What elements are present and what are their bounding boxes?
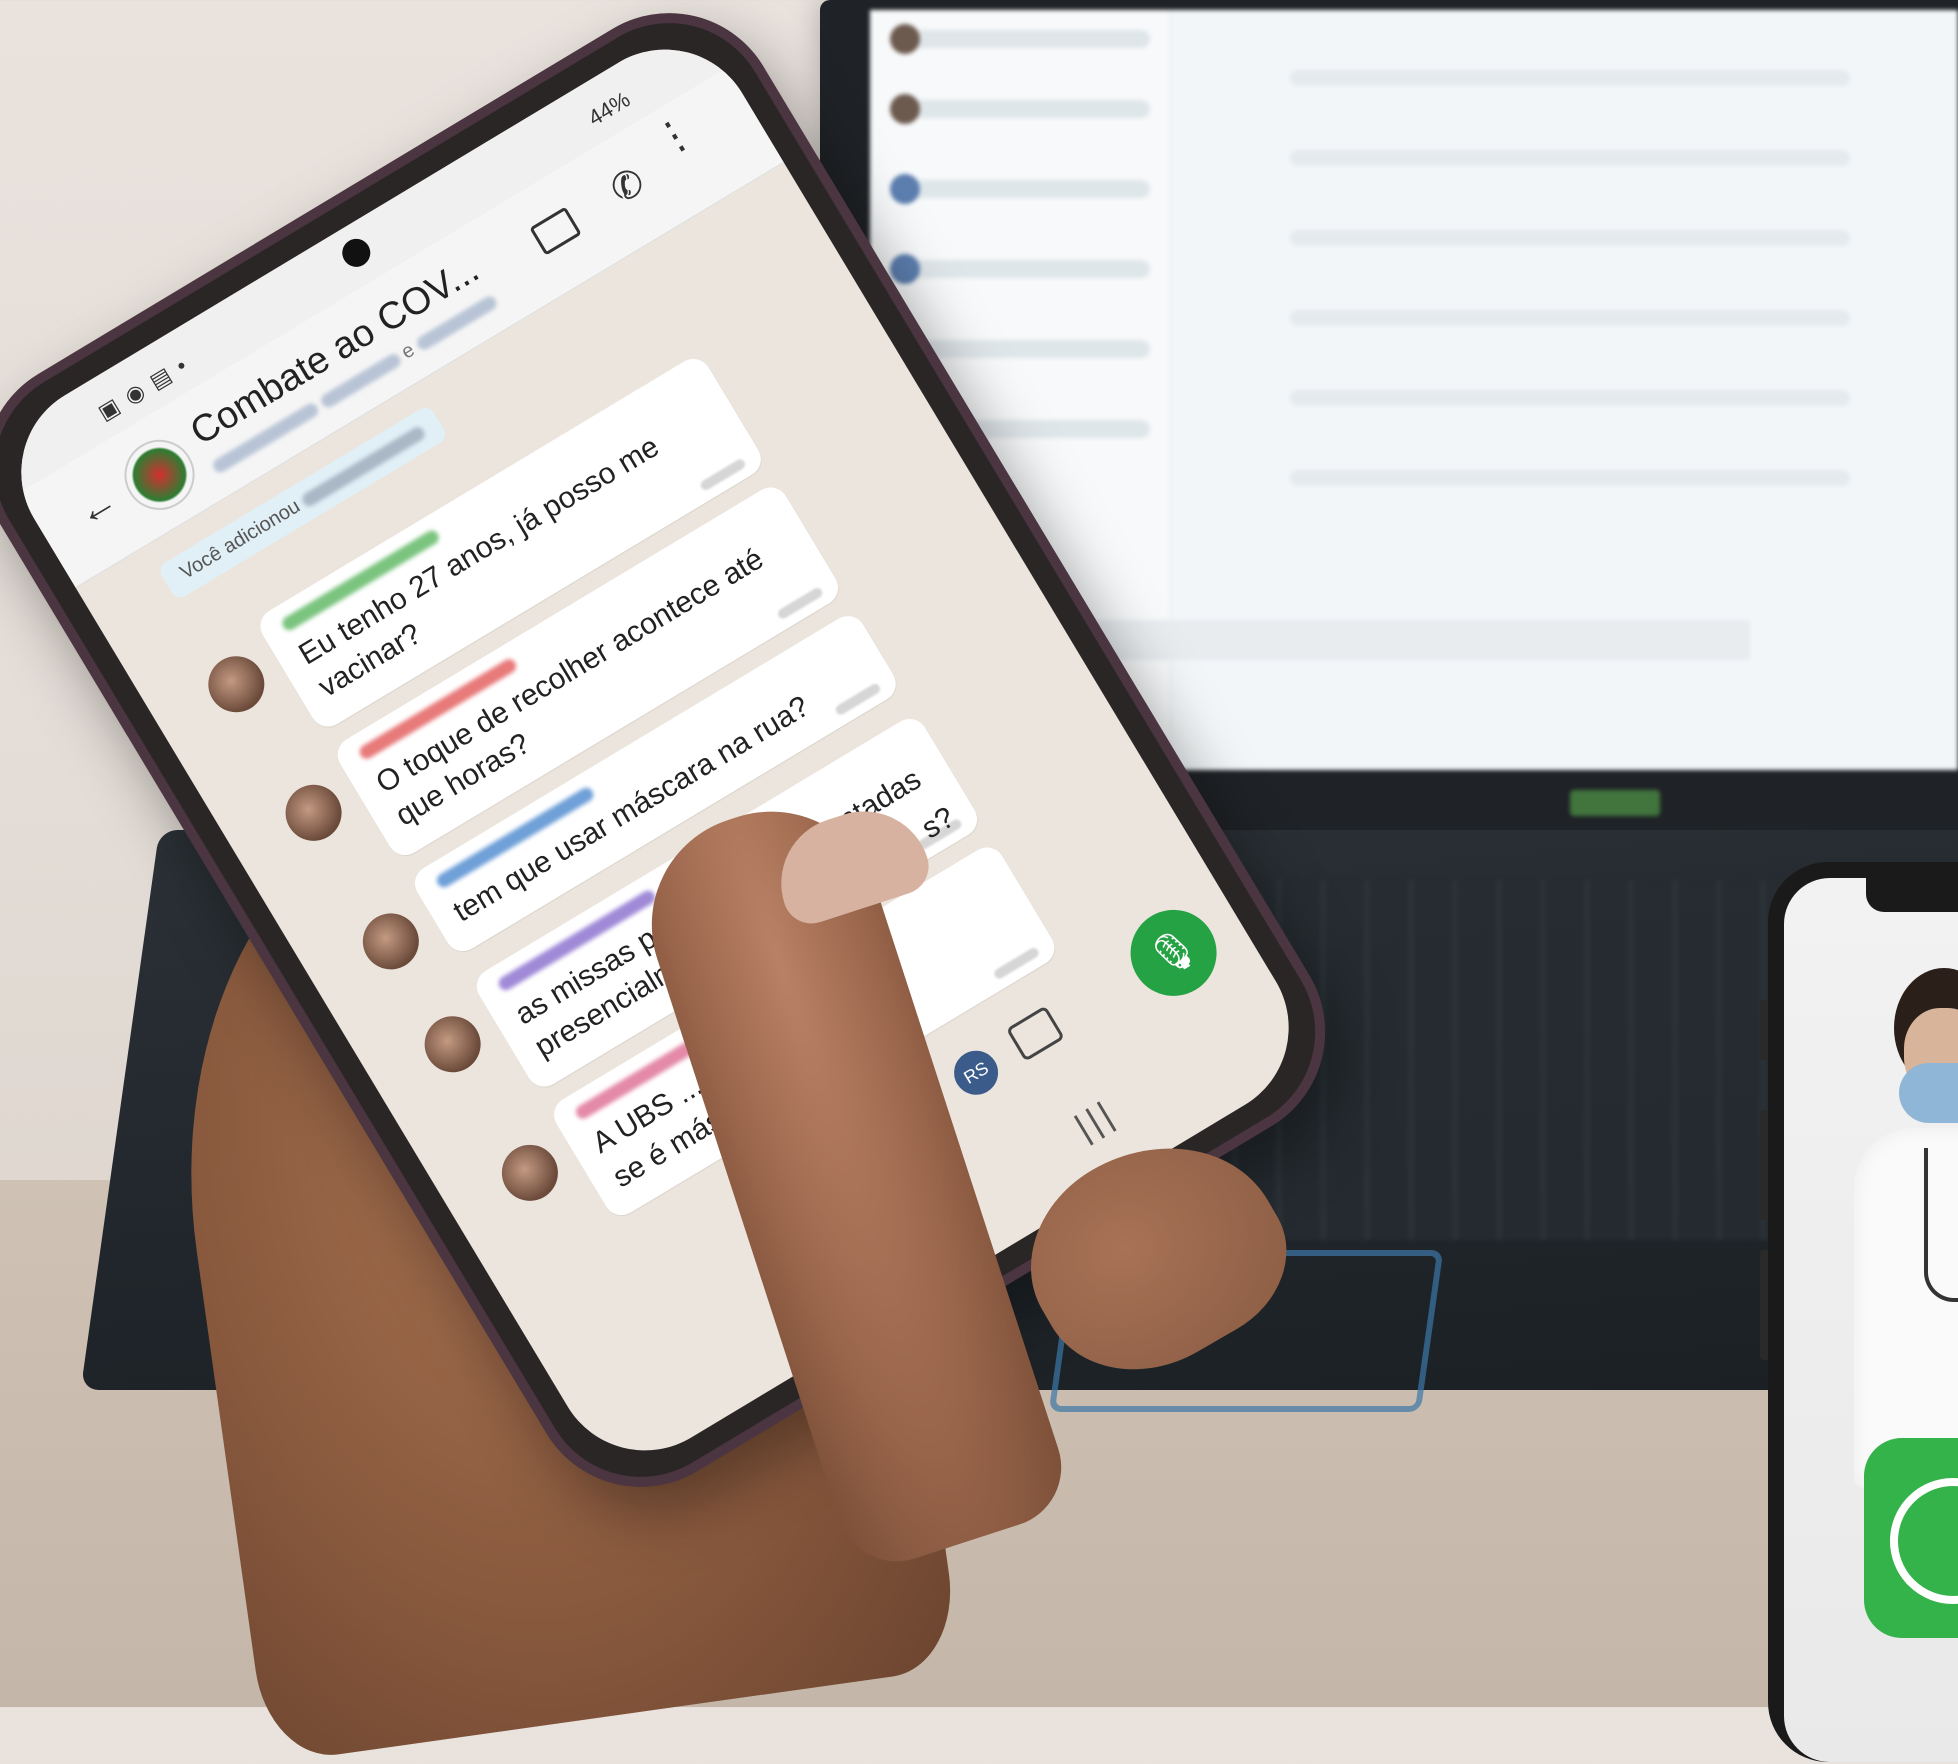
sticker-badge[interactable]: RS xyxy=(945,1042,1007,1103)
avatar[interactable] xyxy=(414,1005,492,1083)
battery-level: 44% xyxy=(583,86,635,131)
stethoscope-icon xyxy=(1924,1148,1958,1302)
laptop-content-row xyxy=(1290,390,1850,406)
laptop-content-row xyxy=(1290,310,1850,326)
laptop-content-row xyxy=(1290,150,1850,166)
microphone-icon: 🎙 xyxy=(1140,920,1207,985)
whatsapp-bubble-icon xyxy=(1890,1478,1958,1604)
avatar[interactable] xyxy=(275,774,353,852)
laptop-avatar xyxy=(890,174,920,204)
face-mask xyxy=(1899,1063,1958,1123)
laptop-avatar xyxy=(890,94,920,124)
laptop-logo xyxy=(1570,790,1660,816)
phone-icon[interactable]: ✆ xyxy=(602,159,652,214)
recents-icon[interactable]: ||| xyxy=(1068,1092,1124,1149)
whatsapp-logo xyxy=(1864,1438,1958,1638)
phone-notch xyxy=(1866,878,1958,912)
avatar[interactable] xyxy=(491,1134,569,1212)
microphone-button[interactable]: 🎙 xyxy=(1114,893,1233,1012)
avatar[interactable] xyxy=(197,645,275,723)
camera-icon[interactable] xyxy=(1005,1005,1065,1062)
laptop-sidebar-row xyxy=(890,174,1150,204)
more-vertical-icon[interactable]: ⋮ xyxy=(646,107,703,165)
laptop-content-row xyxy=(1290,70,1850,86)
avatar[interactable] xyxy=(352,902,430,980)
laptop-taskbar xyxy=(1050,620,1750,660)
laptop-avatar xyxy=(890,24,920,54)
doctor-illustration xyxy=(1854,968,1958,1488)
laptop-sidebar-row xyxy=(890,24,1150,54)
photo-scene: ▣ ◉ ▤ • 44% ← Combate ao COV... e ✆ ⋮ Vo… xyxy=(0,0,1958,1764)
laptop-content-row xyxy=(1290,230,1850,246)
front-camera xyxy=(337,233,376,273)
laptop-avatar xyxy=(890,254,920,284)
group-avatar[interactable] xyxy=(111,426,208,523)
laptop-sidebar-row xyxy=(890,254,1150,284)
second-phone-screen xyxy=(1784,878,1958,1762)
laptop-sidebar-row xyxy=(890,94,1150,124)
video-icon[interactable] xyxy=(529,206,582,256)
arrow-left-icon[interactable]: ← xyxy=(68,477,125,536)
second-phone xyxy=(1768,862,1958,1762)
laptop-content-row xyxy=(1290,470,1850,486)
